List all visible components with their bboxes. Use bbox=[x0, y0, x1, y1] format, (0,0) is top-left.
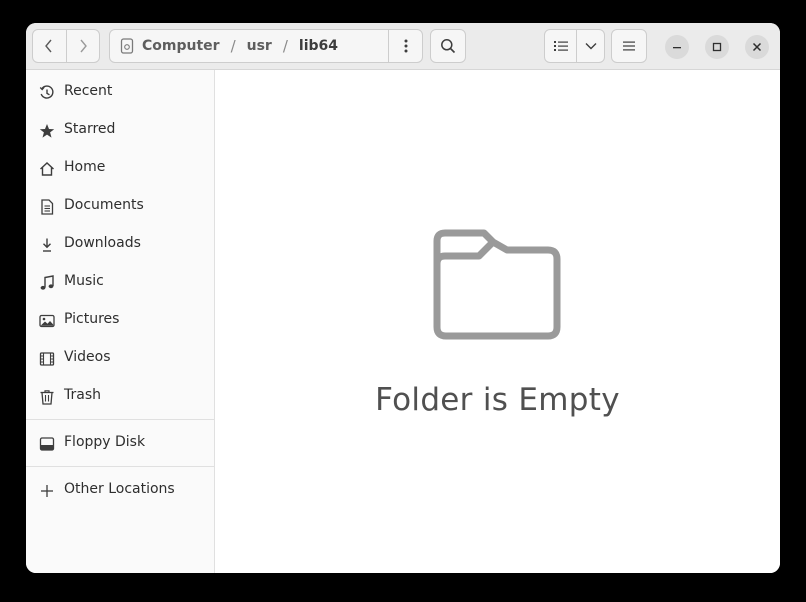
star-icon bbox=[38, 122, 56, 140]
sidebar-item-downloads[interactable]: Downloads bbox=[26, 225, 214, 263]
sidebar-item-label: Floppy Disk bbox=[64, 434, 146, 450]
sidebar-divider bbox=[26, 466, 214, 467]
sidebar-item-label: Trash bbox=[64, 387, 101, 403]
sidebar-item-label: Documents bbox=[64, 197, 144, 213]
sidebar-item-pictures[interactable]: Pictures bbox=[26, 301, 214, 339]
view-toggle-group bbox=[544, 29, 605, 63]
sidebar-item-recent[interactable]: Recent bbox=[26, 73, 214, 111]
navigation-buttons bbox=[32, 29, 100, 63]
chevron-right-icon bbox=[80, 39, 87, 53]
maximize-button[interactable] bbox=[705, 35, 729, 59]
sidebar-item-starred[interactable]: Starred bbox=[26, 111, 214, 149]
main-menu-button[interactable] bbox=[611, 29, 647, 63]
breadcrumb-separator: / bbox=[282, 37, 288, 55]
picture-icon bbox=[38, 312, 56, 330]
recent-icon bbox=[38, 84, 56, 102]
sidebar-item-label: Other Locations bbox=[64, 481, 175, 497]
sidebar-item-home[interactable]: Home bbox=[26, 149, 214, 187]
drive-icon bbox=[38, 435, 56, 453]
path-bar: Computer / usr / lib64 bbox=[109, 29, 423, 63]
path-menu-button[interactable] bbox=[388, 30, 422, 62]
file-view[interactable]: Folder is Empty bbox=[215, 70, 780, 573]
maximize-icon bbox=[712, 42, 722, 52]
headerbar: Computer / usr / lib64 bbox=[26, 23, 780, 70]
forward-button[interactable] bbox=[65, 30, 99, 62]
plus-icon bbox=[38, 482, 56, 500]
sidebar-item-label: Home bbox=[64, 159, 106, 175]
sidebar-item-trash[interactable]: Trash bbox=[26, 377, 214, 415]
minimize-icon bbox=[673, 47, 681, 49]
sidebar-divider bbox=[26, 419, 214, 420]
sidebar: Recent Starred Home Documents Downloads … bbox=[26, 70, 215, 573]
download-icon bbox=[38, 236, 56, 254]
sidebar-item-label: Videos bbox=[64, 349, 111, 365]
sidebar-item-other-locations[interactable]: Other Locations bbox=[26, 471, 214, 509]
minimize-button[interactable] bbox=[665, 35, 689, 59]
close-icon bbox=[752, 42, 762, 52]
vertical-dots-icon bbox=[404, 39, 407, 53]
drive-icon bbox=[120, 38, 134, 54]
breadcrumb-lib64[interactable]: lib64 bbox=[299, 38, 338, 54]
breadcrumb-computer[interactable]: Computer bbox=[142, 38, 220, 54]
video-icon bbox=[38, 350, 56, 368]
sidebar-item-label: Music bbox=[64, 273, 104, 289]
sidebar-item-label: Downloads bbox=[64, 235, 141, 251]
list-view-button[interactable] bbox=[545, 30, 578, 62]
close-button[interactable] bbox=[745, 35, 769, 59]
breadcrumb-usr[interactable]: usr bbox=[247, 38, 272, 54]
sidebar-item-label: Pictures bbox=[64, 311, 120, 327]
music-icon bbox=[38, 274, 56, 292]
chevron-left-icon bbox=[45, 39, 53, 53]
back-button[interactable] bbox=[33, 30, 66, 62]
document-icon bbox=[38, 198, 56, 216]
sidebar-item-label: Starred bbox=[64, 121, 116, 137]
empty-folder-message: Folder is Empty bbox=[375, 382, 620, 418]
chevron-down-icon bbox=[585, 43, 597, 50]
breadcrumb-separator: / bbox=[230, 37, 236, 55]
file-manager-window: Computer / usr / lib64 Recent Starred Ho… bbox=[26, 23, 780, 573]
sidebar-item-floppy-disk[interactable]: Floppy Disk bbox=[26, 424, 214, 462]
sidebar-item-videos[interactable]: Videos bbox=[26, 339, 214, 377]
list-view-icon bbox=[553, 41, 568, 51]
sidebar-item-documents[interactable]: Documents bbox=[26, 187, 214, 225]
search-button[interactable] bbox=[430, 29, 466, 63]
view-options-button[interactable] bbox=[577, 30, 604, 62]
sidebar-item-music[interactable]: Music bbox=[26, 263, 214, 301]
sidebar-item-label: Recent bbox=[64, 83, 113, 99]
hamburger-menu-icon bbox=[623, 41, 635, 51]
trash-icon bbox=[38, 388, 56, 406]
folder-icon bbox=[433, 229, 561, 340]
home-icon bbox=[38, 160, 56, 178]
search-icon bbox=[441, 39, 456, 54]
